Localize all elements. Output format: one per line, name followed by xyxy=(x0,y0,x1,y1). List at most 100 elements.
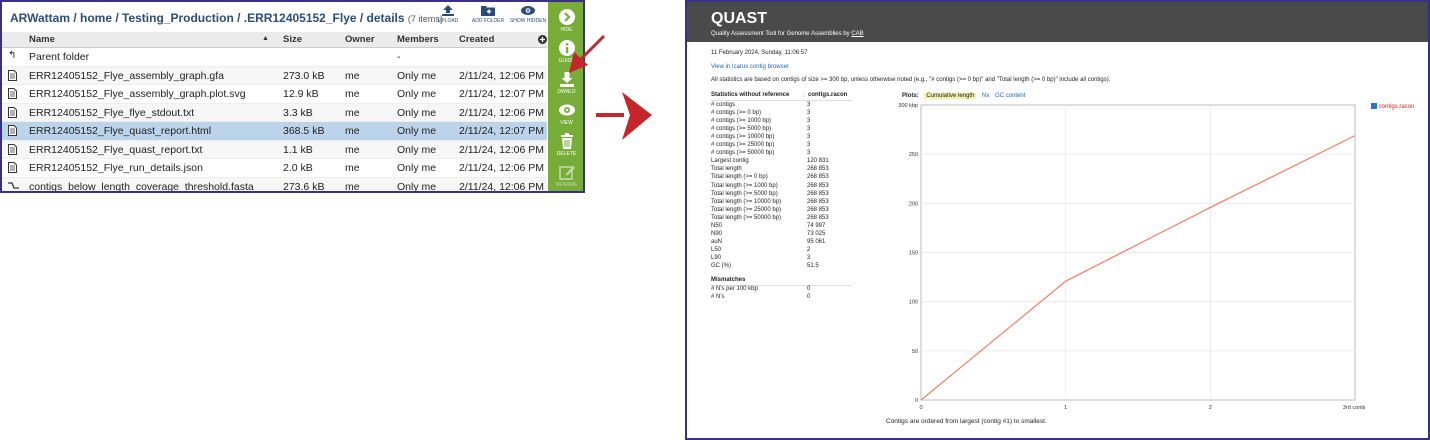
delete-button[interactable]: DELETE xyxy=(548,132,583,157)
chevron-right-icon xyxy=(558,9,575,25)
action-sidebar: HIDE GUIDE DWNLD VIEW DELETE RENAME xyxy=(548,2,583,191)
legend-checkbox[interactable] xyxy=(1371,103,1377,109)
view-label: VIEW xyxy=(560,120,573,126)
file-name[interactable]: ERR12405152_Flye_assembly_graph.gfa xyxy=(29,70,224,82)
table-row[interactable]: ERR12405152_Flye_quast_report.txt 1.1 kB m… xyxy=(2,140,547,159)
file-name[interactable]: ERR12405152_Flye_flye_stdout.txt xyxy=(29,107,194,119)
add-column-icon[interactable] xyxy=(538,35,547,44)
file-name[interactable]: ERR12405152_Flye_quast_report.txt xyxy=(29,144,202,156)
y-tick-label: 150 xyxy=(909,251,918,257)
trash-icon xyxy=(560,133,573,149)
assembly-name: contigs.racon xyxy=(808,92,848,98)
breadcrumb[interactable]: ARWattam / home / Testing_Production / .… xyxy=(10,11,443,25)
file-size: 12.9 kB xyxy=(283,88,319,100)
download-label: DWNLD xyxy=(557,89,576,95)
stat-name: GC (%) xyxy=(711,263,731,269)
column-name[interactable]: Name xyxy=(29,34,55,45)
parent-folder-label: Parent folder xyxy=(29,51,90,63)
stat-name: # contigs (>= 10000 bp) xyxy=(711,134,775,141)
stat-row: GC (%) 51.5 xyxy=(711,263,851,271)
breadcrumb-path[interactable]: ARWattam / home / Testing_Production / .… xyxy=(10,11,405,25)
rename-button[interactable]: RENAME xyxy=(548,163,583,188)
x-tick-label: 2 xyxy=(1209,405,1212,411)
legend-label: contigs.racon xyxy=(1378,104,1415,110)
mismatches-header-label: Mismatches xyxy=(711,277,746,283)
stat-name: # contigs (>= 1000 bp) xyxy=(711,118,772,125)
stat-value: 268 853 xyxy=(807,214,829,221)
stats-header: Statistics without reference ⁝ contigs.r… xyxy=(711,92,851,101)
column-created[interactable]: Created xyxy=(459,34,494,45)
table-row[interactable]: ERR12405152_Flye_assembly_graph.gfa 273.0… xyxy=(2,66,547,85)
column-size[interactable]: Size xyxy=(283,34,302,45)
file-icon xyxy=(8,143,17,158)
tab-nx[interactable]: Nx xyxy=(982,93,989,99)
stat-name: # contigs (>= 0 bp) xyxy=(711,110,762,117)
stat-row: # N's 0 xyxy=(711,294,851,302)
drag-handle-icon[interactable]: ⁝ xyxy=(803,92,805,99)
file-created: 2/11/24, 12:07 PM xyxy=(459,125,545,137)
stat-name: # N's per 100 kbp xyxy=(711,286,758,292)
upload-label: UPLOAD xyxy=(437,18,459,24)
add-folder-button[interactable]: ADD FOLDER xyxy=(466,4,510,24)
file-icon xyxy=(8,106,17,121)
stat-name: Total length (>= 0 bp) xyxy=(711,174,768,181)
plot-footer: Contigs are ordered from largest (contig… xyxy=(886,418,1047,425)
y-tick-label: 250 xyxy=(909,152,918,158)
file-icon xyxy=(8,162,17,176)
file-owner: me xyxy=(345,88,360,100)
file-name[interactable]: ERR12405152_Flye_run_details.json xyxy=(29,162,203,174)
file-name[interactable]: ERR12405152_Flye_quast_report.html xyxy=(29,125,211,137)
upload-button[interactable]: UPLOAD xyxy=(426,4,470,24)
file-name[interactable]: ERR12405152_Flye_assembly_graph.plot.svg xyxy=(29,88,246,100)
stat-row: Total length 268 853 xyxy=(711,166,851,174)
edit-icon xyxy=(558,166,575,180)
stat-row: Total length (>= 5000 bp) 268 853 xyxy=(711,191,851,199)
file-created: 2/11/24, 12:06 PM xyxy=(459,106,545,119)
view-button[interactable]: VIEW xyxy=(548,101,583,126)
y-tick-label: 100 xyxy=(909,300,918,306)
stat-row: # contigs (>= 5000 bp) 3 xyxy=(711,126,851,134)
table-row[interactable]: ERR12405152_Flye_run_details.json 2.0 kB m… xyxy=(2,159,547,178)
quast-title: QUAST xyxy=(711,10,767,27)
show-hidden-button[interactable]: SHOW HIDDEN xyxy=(506,4,550,24)
table-row[interactable]: ERR12405152_Flye_assembly_graph.plot.svg… xyxy=(2,85,547,104)
stat-name: N90 xyxy=(711,230,723,237)
stat-value: 3 xyxy=(807,102,811,108)
parent-folder-row[interactable]: ↰ Parent folder - xyxy=(2,48,547,67)
y-tick-label: 50 xyxy=(912,349,918,355)
cab-link[interactable]: CAB xyxy=(851,31,863,37)
stat-value: 120 831 xyxy=(807,158,829,165)
file-browser-panel: ARWattam / home / Testing_Production / .… xyxy=(0,0,585,193)
tab-gc-content[interactable]: GC content xyxy=(995,93,1025,99)
file-table: Name ▲ Size Owner Members Created ↰ Pare… xyxy=(2,32,547,193)
stat-row: # contigs (>= 25000 bp) 3 xyxy=(711,142,851,150)
stat-name: # contigs xyxy=(711,102,736,108)
sequence-icon xyxy=(8,181,19,192)
column-members[interactable]: Members xyxy=(397,34,439,45)
stat-name: L90 xyxy=(711,254,722,261)
file-size: 1.1 kB xyxy=(283,143,313,156)
file-size: 2.0 kB xyxy=(283,162,313,174)
sort-asc-icon[interactable]: ▲ xyxy=(262,35,269,42)
subtitle-by: by xyxy=(843,31,850,37)
table-row[interactable]: ERR12405152_Flye_flye_stdout.txt 3.3 kB me… xyxy=(2,103,547,122)
red-arrow-icon xyxy=(596,92,652,140)
file-name[interactable]: contigs_below_length_coverage_threshold.… xyxy=(29,181,254,192)
stat-name: Total length (>= 10000 bp) xyxy=(711,198,782,205)
column-owner[interactable]: Owner xyxy=(345,34,375,45)
table-row[interactable]: contigs_below_length_coverage_threshold.… xyxy=(2,177,547,193)
stat-value: 0 xyxy=(807,294,811,300)
file-members: Only me xyxy=(397,143,437,156)
hide-label: HIDE xyxy=(560,27,573,33)
stat-row: Total length (>= 0 bp) 268 853 xyxy=(711,174,851,182)
tab-cumulative-length[interactable]: Cumulative length xyxy=(924,93,977,99)
stat-value: 268 853 xyxy=(807,206,829,213)
file-members: Only me xyxy=(397,180,437,193)
file-icon xyxy=(8,125,17,139)
file-owner: me xyxy=(345,180,360,193)
file-owner: me xyxy=(345,143,360,156)
icarus-link[interactable]: View in Icarus contig browser xyxy=(711,64,789,70)
table-row[interactable]: ERR12405152_Flye_quast_report.html 368.5 … xyxy=(2,122,547,141)
table-header: Name ▲ Size Owner Members Created xyxy=(2,32,547,48)
hide-button[interactable]: HIDE xyxy=(548,8,583,33)
